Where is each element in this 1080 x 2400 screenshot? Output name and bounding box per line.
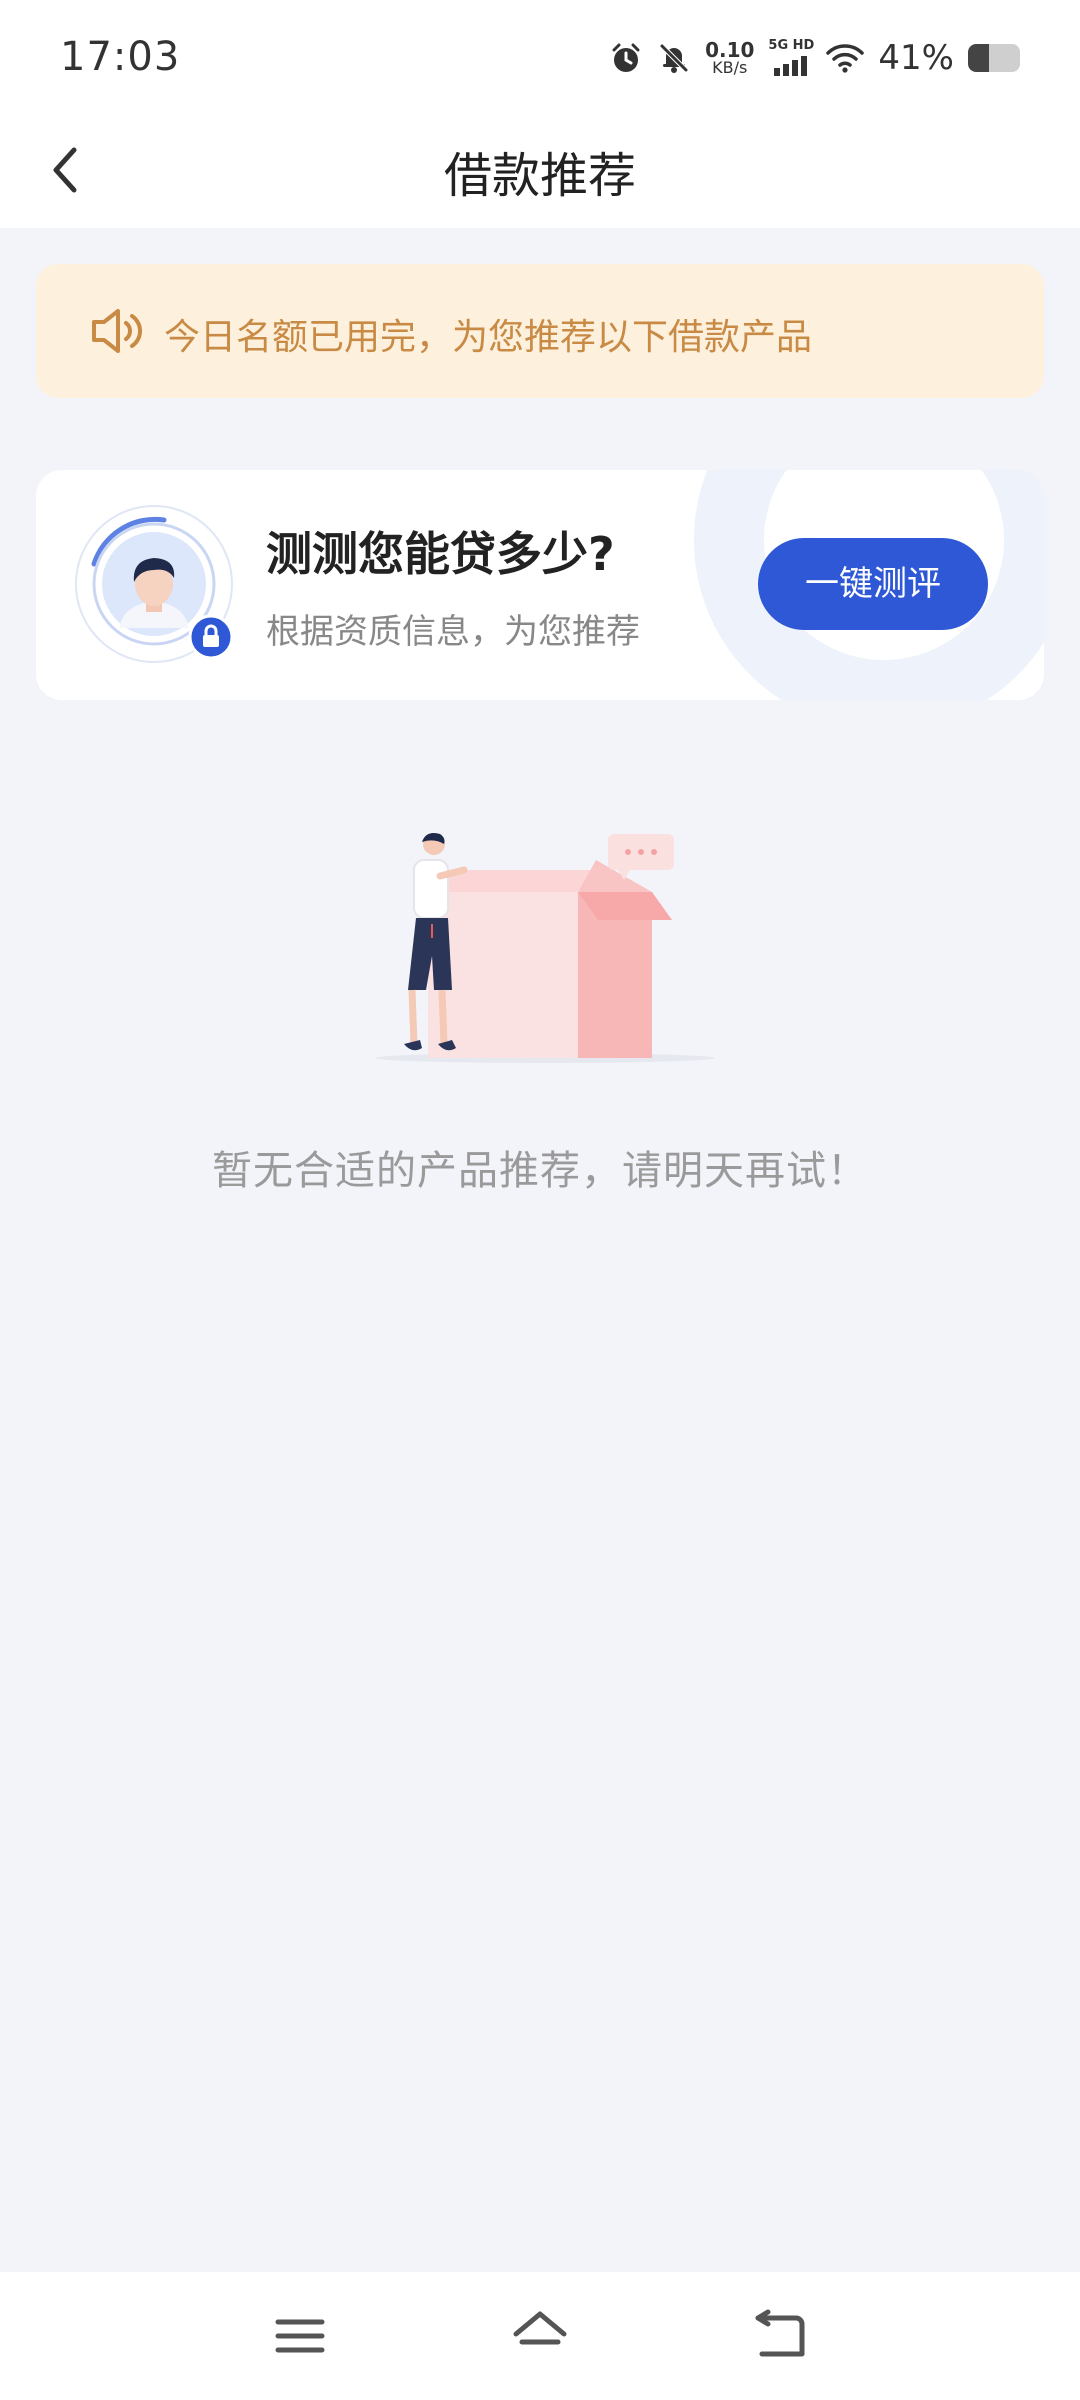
battery-percent: 41% — [878, 38, 954, 78]
status-bar: 17:03 0.10 KB/s 5G HD 41% — [0, 0, 1080, 112]
back-icon[interactable] — [748, 2304, 812, 2368]
status-time: 17:03 — [60, 34, 181, 80]
system-nav-bar — [0, 2272, 1080, 2400]
net-speed: 0.10 KB/s — [705, 40, 754, 76]
menu-icon[interactable] — [268, 2304, 332, 2368]
loan-test-card: 测测您能贷多少? 根据资质信息，为您推荐 一键测评 — [36, 470, 1044, 700]
signal-icon: 5G HD — [768, 38, 815, 78]
empty-box-illustration — [375, 833, 715, 1063]
one-click-evaluate-button[interactable]: 一键测评 — [758, 538, 988, 630]
nav-header: 借款推荐 — [0, 112, 1080, 228]
signal-label: 5G HD — [768, 38, 815, 53]
battery-icon — [968, 44, 1020, 72]
status-icons: 0.10 KB/s 5G HD 41% — [609, 36, 1020, 80]
mute-bell-icon — [660, 44, 688, 73]
alarm-icon — [612, 43, 640, 72]
notice-text: 今日名额已用完，为您推荐以下借款产品 — [164, 317, 813, 358]
card-title: 测测您能贷多少? — [266, 527, 615, 581]
notice-banner: 今日名额已用完，为您推荐以下借款产品 — [36, 264, 1044, 398]
net-speed-value: 0.10 — [705, 38, 755, 62]
net-speed-unit: KB/s — [712, 58, 748, 77]
empty-state-text: 暂无合适的产品推荐，请明天再试！ — [212, 1148, 868, 1194]
speaker-icon — [92, 309, 142, 353]
card-subtitle: 根据资质信息，为您推荐 — [266, 612, 640, 652]
wifi-icon — [826, 44, 865, 73]
home-icon[interactable] — [508, 2304, 572, 2368]
page-title: 借款推荐 — [443, 148, 636, 204]
avatar-with-lock-icon — [75, 505, 234, 663]
